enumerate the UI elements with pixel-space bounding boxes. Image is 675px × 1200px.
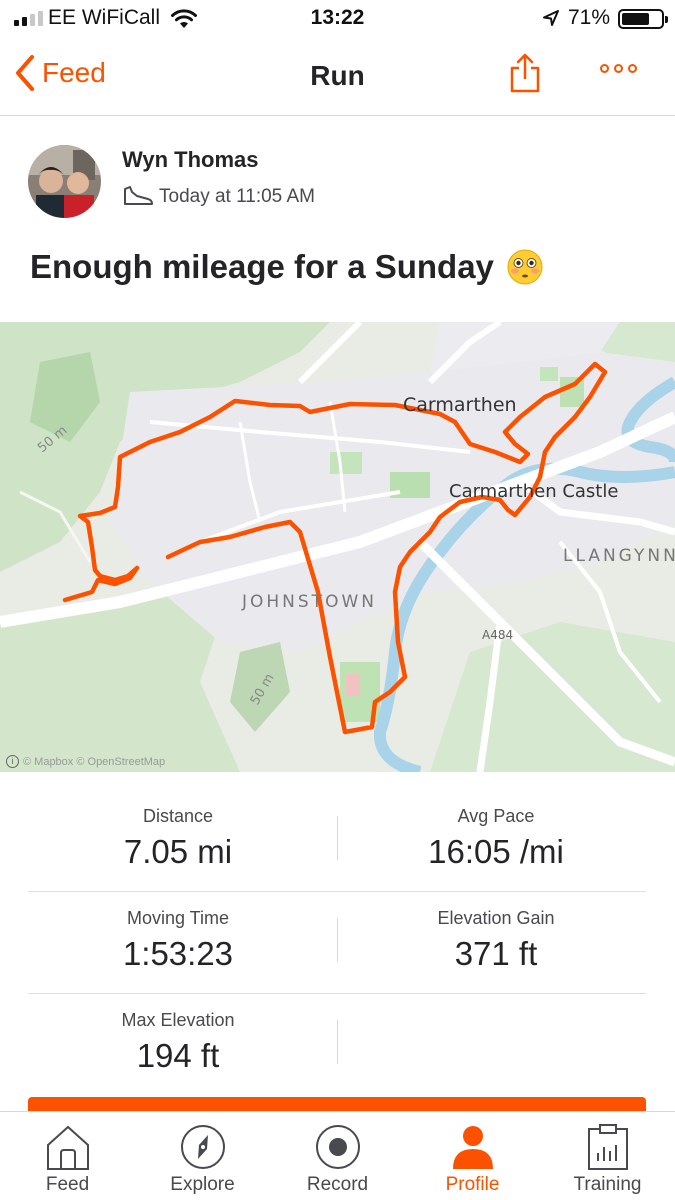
stats-row: Moving Time 1:53:23 Elevation Gain 371 f… [28,892,646,994]
stat-label: Avg Pace [457,806,535,826]
map-label-castle: Carmarthen Castle [449,481,619,502]
stat-max-elevation: Max Elevation 194 ft [28,994,328,1075]
map-label-johnstown: JOHNSTOWN [242,592,377,612]
clipboard-chart-icon [587,1124,628,1170]
tab-label: Feed [45,1174,90,1195]
share-icon [510,53,540,93]
stat-elevation-gain: Elevation Gain 371 ft [346,892,646,973]
dot-icon [628,64,637,73]
tab-feed[interactable]: Feed [0,1112,135,1200]
flushed-face-icon [507,249,543,285]
house-icon [46,1125,89,1170]
partial-action-button[interactable] [28,1097,646,1111]
tab-label: Profile [445,1174,500,1195]
stat-label: Elevation Gain [437,908,555,928]
tab-explore[interactable]: Explore [135,1112,270,1200]
tab-profile[interactable]: Profile [405,1112,540,1200]
info-icon[interactable]: i [6,755,19,768]
stat-value: 194 ft [136,1037,220,1074]
stat-value: 16:05 /mi [428,833,564,870]
navigation-bar: Feed Run [0,38,675,116]
status-bar: EE WiFiCall 13:22 71% [0,0,675,38]
tab-training[interactable]: Training [540,1112,675,1200]
tab-label: Explore [170,1174,235,1195]
stat-distance: Distance 7.05 mi [28,790,328,871]
person-icon [452,1126,493,1169]
back-button-label: Feed [42,57,106,88]
dot-icon [614,64,623,73]
dot-icon [600,64,609,73]
record-icon [315,1125,360,1169]
avatar-photo [28,145,101,218]
activity-title: Enough mileage for a Sunday [30,248,544,286]
stat-avg-pace: Avg Pace 16:05 /mi [346,790,646,871]
stat-divider [337,1020,338,1064]
athlete-name[interactable]: Wyn Thomas [122,147,259,173]
stat-value: 371 ft [454,935,538,972]
tab-bar: Feed Explore Record Profile Training [0,1111,675,1200]
more-options-button[interactable] [600,64,637,73]
activity-map[interactable]: Carmarthen Carmarthen Castle LLANGYNN JO… [0,322,675,772]
stat-label: Moving Time [126,908,230,928]
map-label-road: A484 [482,628,514,642]
stat-value: 7.05 mi [123,833,233,870]
stat-divider [337,816,338,860]
tab-label: Record [306,1174,369,1195]
shoe-icon [124,186,153,205]
location-arrow-icon [543,10,559,26]
stat-divider [337,918,338,962]
back-to-feed-button[interactable]: Feed [14,54,106,92]
map-label-carmarthen: Carmarthen [403,394,517,416]
stats-row: Distance 7.05 mi Avg Pace 16:05 /mi [28,790,646,892]
compass-icon [180,1125,225,1169]
attribution-text: © Mapbox © OpenStreetMap [23,755,166,768]
chevron-left-icon [16,55,34,91]
stat-label: Distance [142,806,214,826]
activity-timestamp: Today at 11:05 AM [159,186,315,207]
battery-icon [618,9,668,29]
tab-label: Training [573,1174,642,1195]
stats-row: Max Elevation 194 ft [28,994,646,1096]
stat-label: Max Elevation [121,1010,235,1030]
athlete-avatar[interactable] [28,145,101,218]
battery-fill [622,13,649,25]
stat-value: 1:53:23 [122,935,234,972]
battery-percentage: 71% [568,6,611,29]
activity-title-text: Enough mileage for a Sunday [30,248,494,285]
map-attribution[interactable]: i © Mapbox © OpenStreetMap [6,755,165,768]
activity-stats: Distance 7.05 mi Avg Pace 16:05 /mi Movi… [28,790,646,1096]
map-label-llangynnor: LLANGYNN [563,546,675,566]
stat-moving-time: Moving Time 1:53:23 [28,892,328,973]
share-button[interactable] [508,52,542,99]
tab-record[interactable]: Record [270,1112,405,1200]
